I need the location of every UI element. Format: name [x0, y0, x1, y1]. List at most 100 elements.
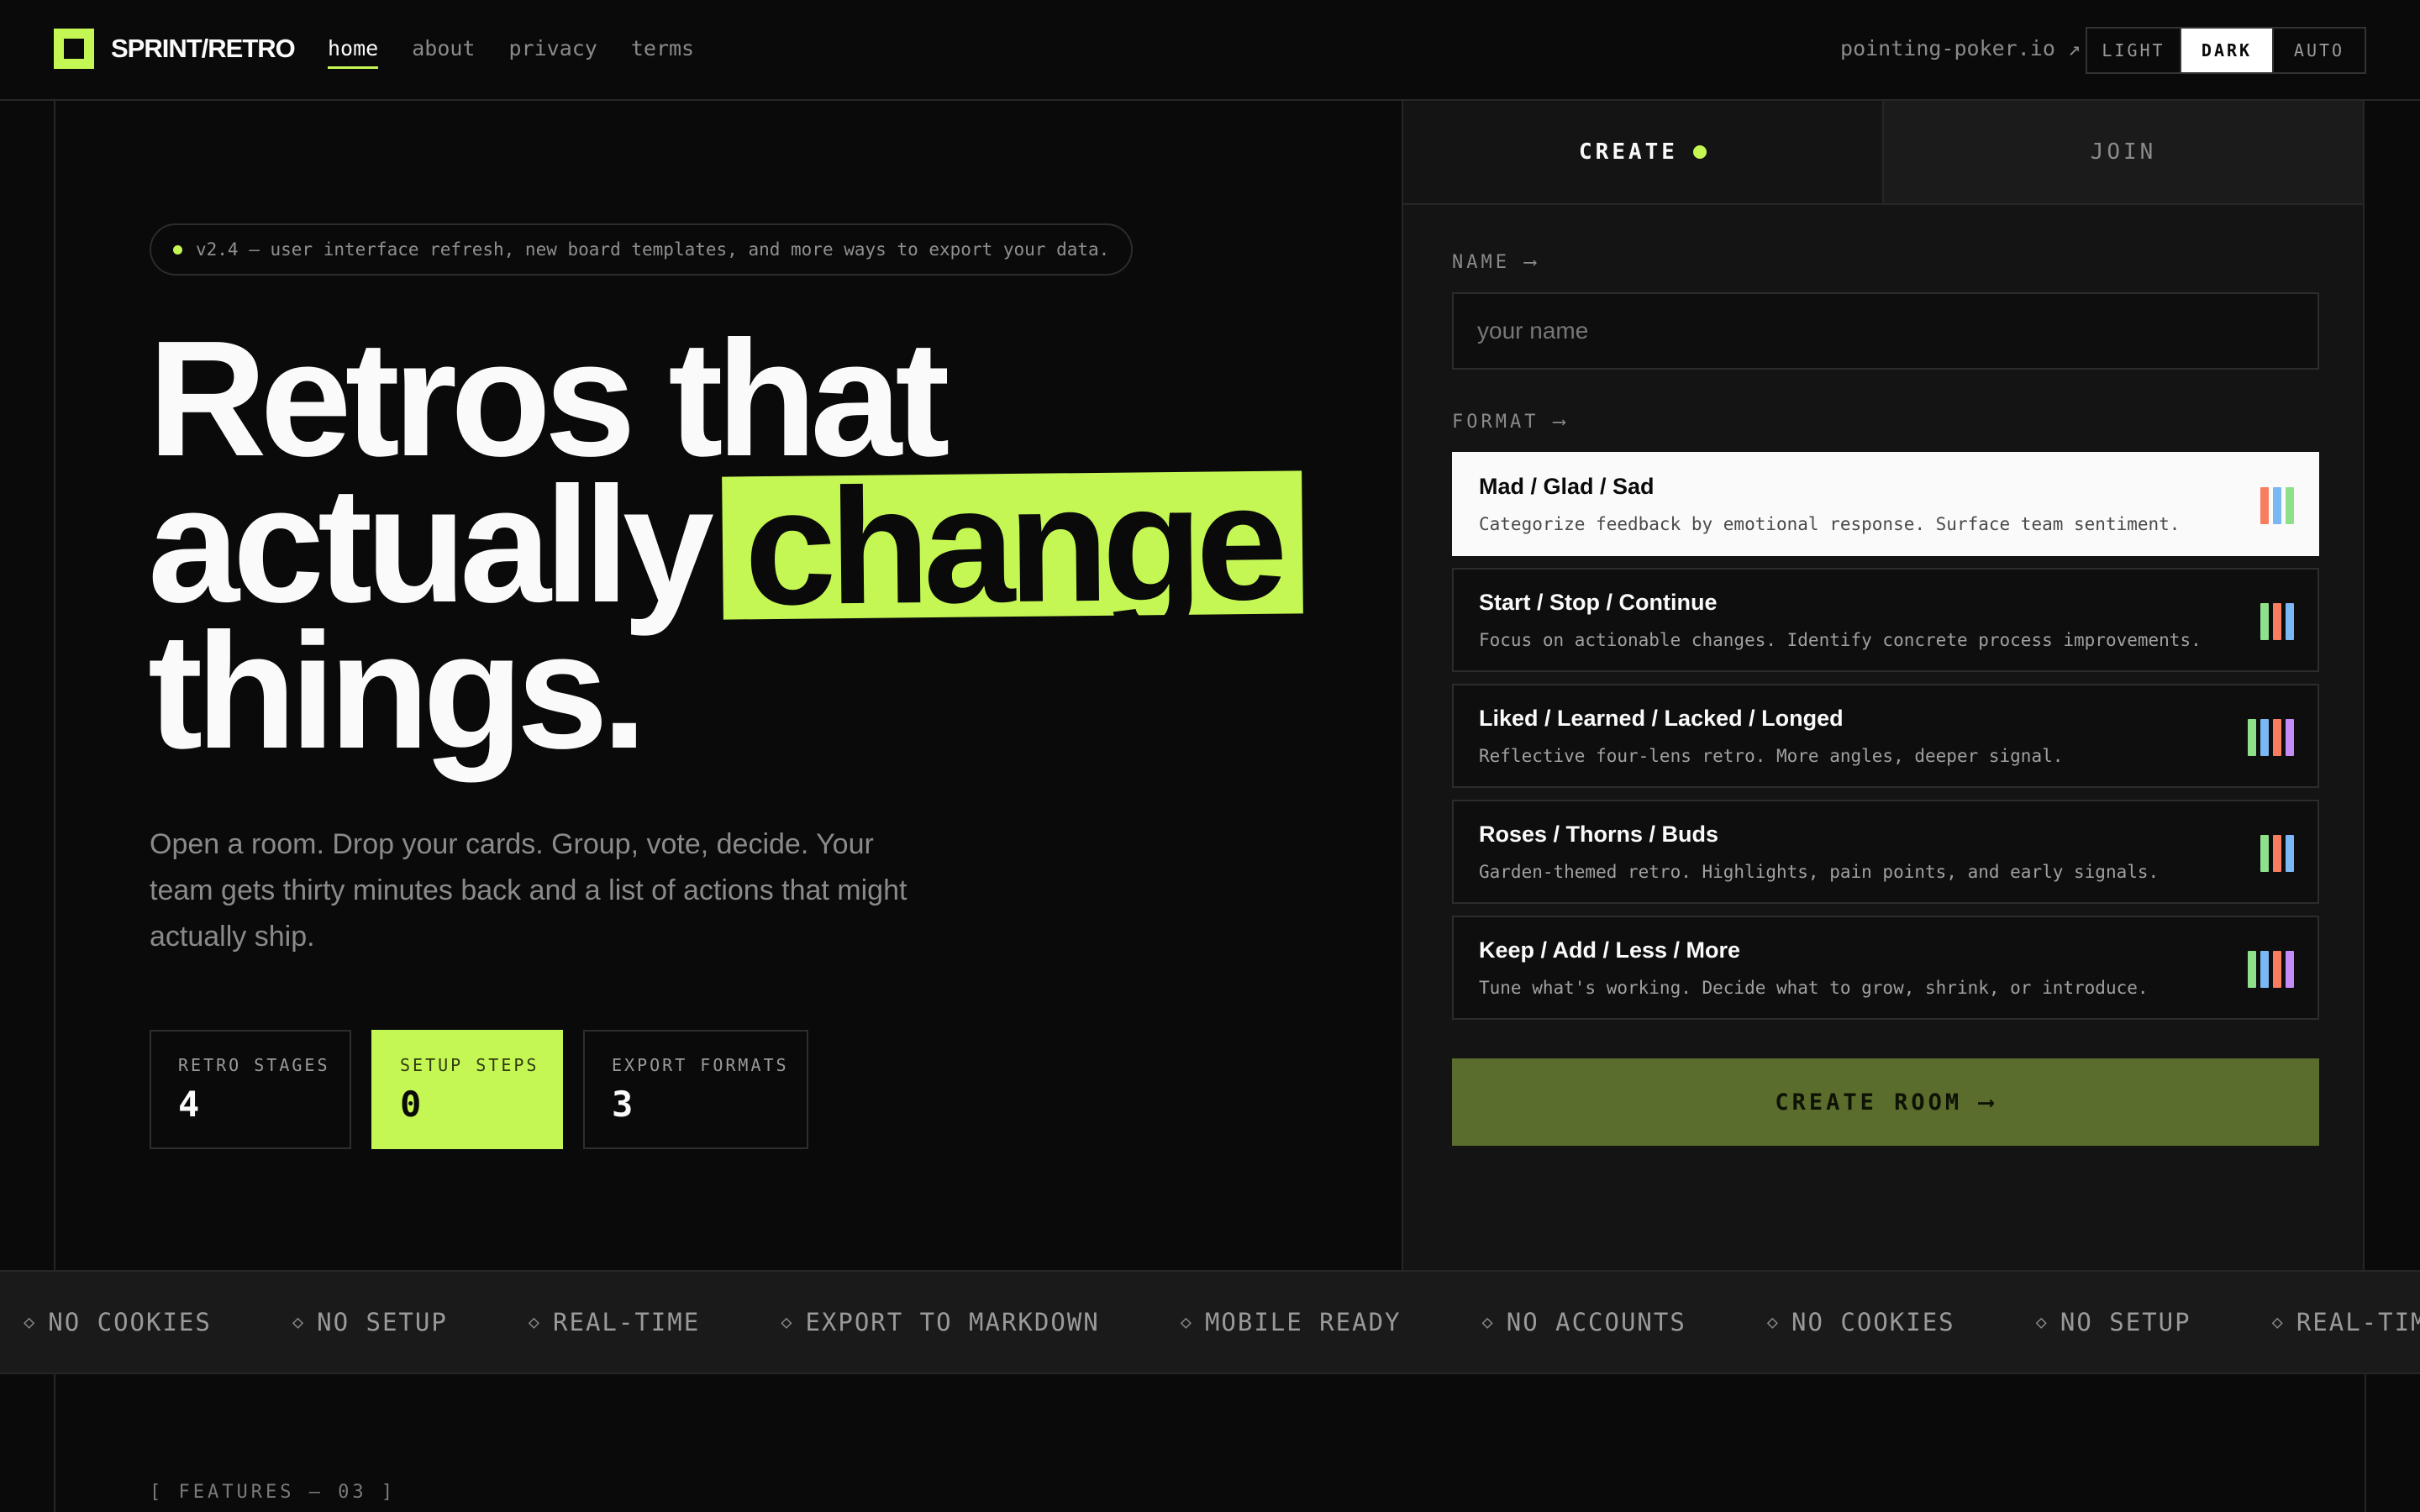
tab-create[interactable]: CREATE — [1403, 101, 1882, 205]
stat-value: 4 — [178, 1084, 200, 1125]
stat-value: 3 — [612, 1084, 634, 1125]
color-bar — [2248, 719, 2256, 756]
marquee-item-label: REAL-TIME — [553, 1308, 701, 1336]
color-bar — [2273, 951, 2281, 988]
marquee-item: ◇ NO ACCOUNTS — [1481, 1308, 1686, 1336]
marquee-item-label: NO ACCOUNTS — [1506, 1308, 1686, 1336]
headline-highlight: change — [722, 450, 1304, 639]
color-bars-icon — [2248, 719, 2294, 756]
brand-name[interactable]: SPRINT/RETRO — [111, 32, 296, 66]
diamond-icon: ◇ — [24, 1311, 37, 1333]
room-panel: CREATE JOIN NAME ⟶ FORMAT ⟶ Mad / Glad /… — [1402, 101, 2365, 1272]
format-option-mad-glad-sad[interactable]: Mad / Glad / Sad Categorize feedback by … — [1452, 452, 2319, 556]
marquee-item: ◇ NO COOKIES — [1767, 1308, 1955, 1336]
color-bar — [2260, 487, 2269, 524]
theme-auto-button[interactable]: AUTO — [2272, 29, 2365, 72]
color-bar — [2286, 487, 2294, 524]
format-title: Start / Stop / Continue — [1479, 590, 1718, 615]
diamond-icon: ◇ — [2035, 1311, 2049, 1333]
format-option-keep-add-less-more[interactable]: Keep / Add / Less / More Tune what's wor… — [1452, 916, 2319, 1020]
nav-link-home[interactable]: home — [328, 32, 379, 69]
stat-label: SETUP STEPS — [400, 1055, 539, 1075]
marquee-item-label: EXPORT TO MARKDOWN — [805, 1308, 1100, 1336]
name-label: NAME ⟶ — [1452, 252, 1539, 273]
color-bar — [2273, 603, 2281, 640]
color-bar — [2260, 603, 2269, 640]
hero-headline: Retros that actually change things. — [148, 317, 1408, 783]
create-room-button[interactable]: CREATE ROOM ⟶ — [1452, 1058, 2319, 1146]
marquee-item-label: NO COOKIES — [48, 1308, 212, 1336]
nav-link-terms[interactable]: terms — [631, 32, 694, 66]
marquee-item-label: MOBILE READY — [1204, 1308, 1402, 1336]
marquee-track: ◇ NO COOKIES ◇ NO SETUP ◇ REAL-TIME ◇ EXPORT TO… — [24, 1272, 2420, 1373]
format-title: Liked / Learned / Lacked / Longed — [1479, 706, 1844, 731]
hero-subcopy: Open a room. Drop your cards. Group, vot… — [150, 828, 908, 953]
color-bar — [2260, 951, 2269, 988]
announcement-text: v2.4 — user interface refresh, new board… — [196, 239, 1110, 260]
stat-value: 0 — [400, 1084, 422, 1125]
format-option-roses-thorns-buds[interactable]: Roses / Thorns / Buds Garden-themed retr… — [1452, 800, 2319, 904]
format-option-start-stop-continue[interactable]: Start / Stop / Continue Focus on actiona… — [1452, 568, 2319, 672]
color-bars-icon — [2248, 951, 2294, 988]
color-bar — [2248, 951, 2256, 988]
color-bars-icon — [2260, 835, 2294, 872]
theme-light-button[interactable]: LIGHT — [2087, 29, 2180, 72]
marquee-item: ◇ EXPORT TO MARKDOWN — [781, 1308, 1100, 1336]
stat-setup-steps: SETUP STEPS 0 — [371, 1030, 563, 1149]
format-title: Roses / Thorns / Buds — [1479, 822, 1719, 847]
frame-line-left-lower — [54, 1374, 55, 1512]
stat-label: RETRO STAGES — [178, 1055, 330, 1075]
top-nav: SPRINT/RETRO home about privacy terms po… — [0, 0, 2420, 101]
stat-retro-stages: RETRO STAGES 4 — [150, 1030, 351, 1149]
headline-line-3: things. — [148, 599, 647, 783]
theme-toggle: LIGHT DARK AUTO — [2086, 27, 2366, 74]
features-section-label: [ FEATURES — 03 ] — [150, 1482, 397, 1503]
color-bars-icon — [2260, 603, 2294, 640]
status-dot-icon — [173, 244, 182, 255]
marquee-item: ◇ MOBILE READY — [1181, 1308, 1402, 1336]
color-bar — [2286, 835, 2294, 872]
nav-link-about[interactable]: about — [412, 32, 475, 66]
color-bars-icon — [2260, 487, 2294, 524]
marquee-item-label: NO COOKIES — [1791, 1308, 1955, 1336]
marquee-item: ◇ NO SETUP — [292, 1308, 448, 1336]
color-bar — [2286, 951, 2294, 988]
format-title: Keep / Add / Less / More — [1479, 937, 1741, 963]
stat-export-formats: EXPORT FORMATS 3 — [583, 1030, 808, 1149]
diamond-icon: ◇ — [2271, 1311, 2285, 1333]
color-bar — [2260, 835, 2269, 872]
diamond-icon: ◇ — [1481, 1311, 1495, 1333]
marquee-item: ◇ NO COOKIES — [24, 1308, 212, 1336]
diamond-icon: ◇ — [1766, 1311, 1781, 1333]
tab-join[interactable]: JOIN — [1882, 101, 2363, 205]
format-option-liked-learned-lacked-longed[interactable]: Liked / Learned / Lacked / Longed Reflec… — [1452, 684, 2319, 788]
name-input[interactable] — [1452, 292, 2319, 370]
color-bar — [2273, 487, 2281, 524]
format-list: Mad / Glad / Sad Categorize feedback by … — [1452, 452, 2319, 1032]
color-bar — [2260, 719, 2269, 756]
format-description: Categorize feedback by emotional respons… — [1479, 514, 2181, 534]
diamond-icon: ◇ — [528, 1311, 542, 1333]
format-description: Focus on actionable changes. Identify co… — [1479, 630, 2202, 650]
frame-line-right-lower — [2365, 1374, 2366, 1512]
diamond-icon: ◇ — [781, 1311, 794, 1333]
format-title: Mad / Glad / Sad — [1479, 474, 1655, 499]
headline-line-2: actually change — [148, 450, 1408, 639]
diamond-icon: ◇ — [292, 1311, 306, 1333]
nav-link-privacy[interactable]: privacy — [508, 32, 597, 66]
marquee-item-label: REAL-TIME — [2296, 1308, 2420, 1336]
marquee-item: ◇ REAL-TIME — [529, 1308, 700, 1336]
format-description: Tune what's working. Decide what to grow… — [1479, 978, 2149, 998]
panel-tabs: CREATE JOIN — [1403, 101, 2363, 205]
format-label: FORMAT ⟶ — [1452, 412, 1568, 433]
stat-label: EXPORT FORMATS — [612, 1055, 789, 1075]
format-description: Garden-themed retro. Highlights, pain po… — [1479, 862, 2160, 882]
active-dot-icon — [1692, 145, 1707, 159]
logo-icon[interactable] — [54, 29, 94, 69]
theme-dark-button[interactable]: DARK — [2180, 29, 2272, 72]
diamond-icon: ◇ — [1180, 1311, 1193, 1333]
color-bar — [2273, 719, 2281, 756]
color-bar — [2286, 719, 2294, 756]
announcement-pill[interactable]: v2.4 — user interface refresh, new board… — [150, 223, 1134, 276]
pointing-poker-link[interactable]: pointing-poker.io ↗ — [1840, 32, 2081, 66]
